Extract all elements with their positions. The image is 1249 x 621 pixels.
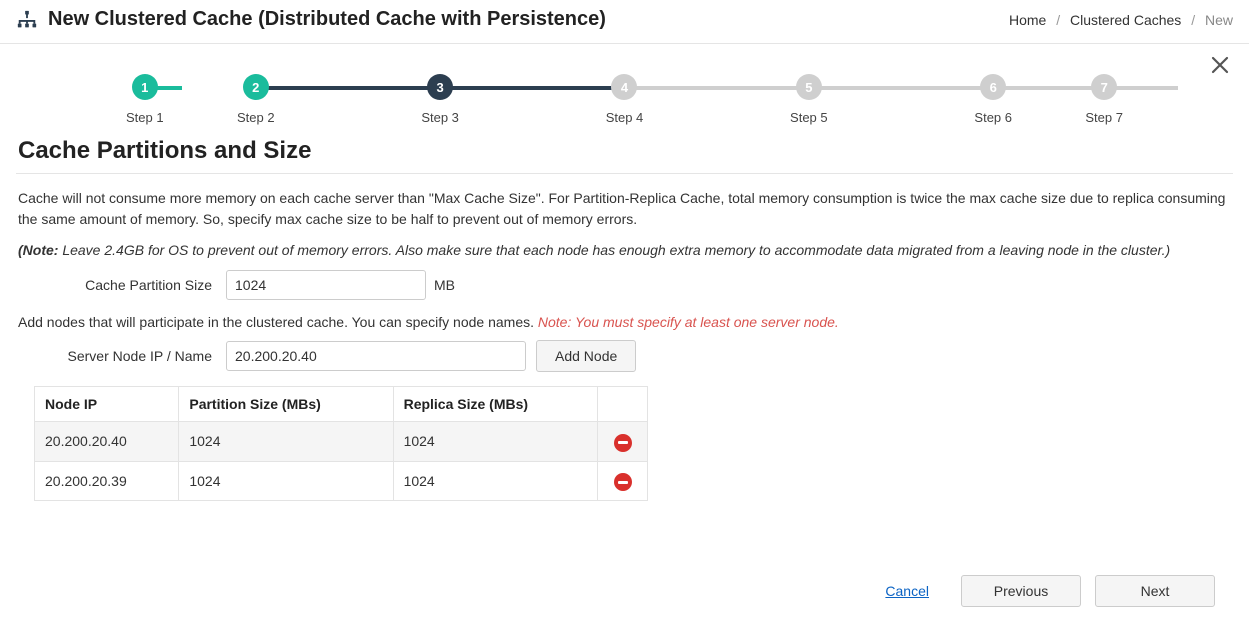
step-6[interactable]: 6 Step 6 bbox=[901, 74, 1085, 125]
step-connector bbox=[256, 86, 440, 90]
step-label: Step 3 bbox=[421, 110, 459, 125]
cancel-button[interactable]: Cancel bbox=[885, 583, 929, 599]
remove-node-icon[interactable] bbox=[614, 434, 632, 452]
add-node-button[interactable]: Add Node bbox=[536, 340, 636, 372]
next-button[interactable]: Next bbox=[1095, 575, 1215, 607]
cell-partition-size: 1024 bbox=[179, 422, 393, 462]
cell-action bbox=[598, 461, 648, 501]
step-5[interactable]: 5 Step 5 bbox=[717, 74, 901, 125]
breadcrumb-home[interactable]: Home bbox=[1009, 12, 1046, 28]
partition-size-unit: MB bbox=[434, 277, 455, 293]
cell-partition-size: 1024 bbox=[179, 461, 393, 501]
step-label: Step 1 bbox=[126, 110, 164, 125]
step-3[interactable]: 3 Step 3 bbox=[348, 74, 532, 125]
step-label: Step 5 bbox=[790, 110, 828, 125]
close-icon[interactable] bbox=[1205, 50, 1235, 80]
step-1[interactable]: 1 Step 1 bbox=[126, 74, 164, 125]
note-text: (Note: Leave 2.4GB for OS to prevent out… bbox=[16, 242, 1233, 258]
remove-node-icon[interactable] bbox=[614, 473, 632, 491]
step-connector bbox=[624, 86, 808, 90]
step-connector bbox=[993, 86, 1177, 90]
step-connector bbox=[809, 86, 993, 90]
col-node-ip: Node IP bbox=[35, 387, 179, 422]
table-row: 20.200.20.4010241024 bbox=[35, 422, 648, 462]
cell-replica-size: 1024 bbox=[393, 422, 597, 462]
step-circle: 6 bbox=[980, 74, 1006, 100]
description-text: Cache will not consume more memory on ea… bbox=[16, 188, 1233, 230]
step-circle: 1 bbox=[132, 74, 158, 100]
step-circle: 3 bbox=[427, 74, 453, 100]
partition-size-label: Cache Partition Size bbox=[16, 277, 226, 293]
step-label: Step 6 bbox=[974, 110, 1012, 125]
divider bbox=[16, 173, 1233, 174]
cell-replica-size: 1024 bbox=[393, 461, 597, 501]
server-node-label: Server Node IP / Name bbox=[16, 348, 226, 364]
step-circle: 5 bbox=[796, 74, 822, 100]
section-title: Cache Partitions and Size bbox=[18, 137, 1231, 165]
previous-button[interactable]: Previous bbox=[961, 575, 1081, 607]
step-label: Step 7 bbox=[1085, 110, 1123, 125]
wizard-stepper: 1 Step 1 2 Step 2 3 Step 3 4 Step 4 5 Step 5 6 Step… bbox=[126, 74, 1123, 125]
breadcrumb: Home / Clustered Caches / New bbox=[1009, 12, 1233, 28]
step-2[interactable]: 2 Step 2 bbox=[164, 74, 348, 125]
cell-node-ip: 20.200.20.40 bbox=[35, 422, 179, 462]
cell-action bbox=[598, 422, 648, 462]
nodes-table: Node IP Partition Size (MBs) Replica Siz… bbox=[34, 386, 648, 501]
step-circle: 7 bbox=[1091, 74, 1117, 100]
col-replica-size: Replica Size (MBs) bbox=[393, 387, 597, 422]
add-nodes-text: Add nodes that will participate in the c… bbox=[16, 314, 1233, 330]
cell-node-ip: 20.200.20.39 bbox=[35, 461, 179, 501]
page-title: New Clustered Cache (Distributed Cache w… bbox=[48, 8, 606, 31]
breadcrumb-current: New bbox=[1205, 12, 1233, 28]
server-node-input[interactable] bbox=[226, 341, 526, 371]
step-circle: 4 bbox=[611, 74, 637, 100]
breadcrumb-caches[interactable]: Clustered Caches bbox=[1070, 12, 1181, 28]
table-row: 20.200.20.3910241024 bbox=[35, 461, 648, 501]
sitemap-icon bbox=[16, 9, 38, 31]
step-7[interactable]: 7 Step 7 bbox=[1085, 74, 1123, 125]
col-actions bbox=[598, 387, 648, 422]
partition-size-input[interactable] bbox=[226, 270, 426, 300]
step-4[interactable]: 4 Step 4 bbox=[532, 74, 716, 125]
step-connector bbox=[440, 86, 624, 90]
step-label: Step 2 bbox=[237, 110, 275, 125]
step-circle: 2 bbox=[243, 74, 269, 100]
col-partition-size: Partition Size (MBs) bbox=[179, 387, 393, 422]
step-label: Step 4 bbox=[606, 110, 644, 125]
